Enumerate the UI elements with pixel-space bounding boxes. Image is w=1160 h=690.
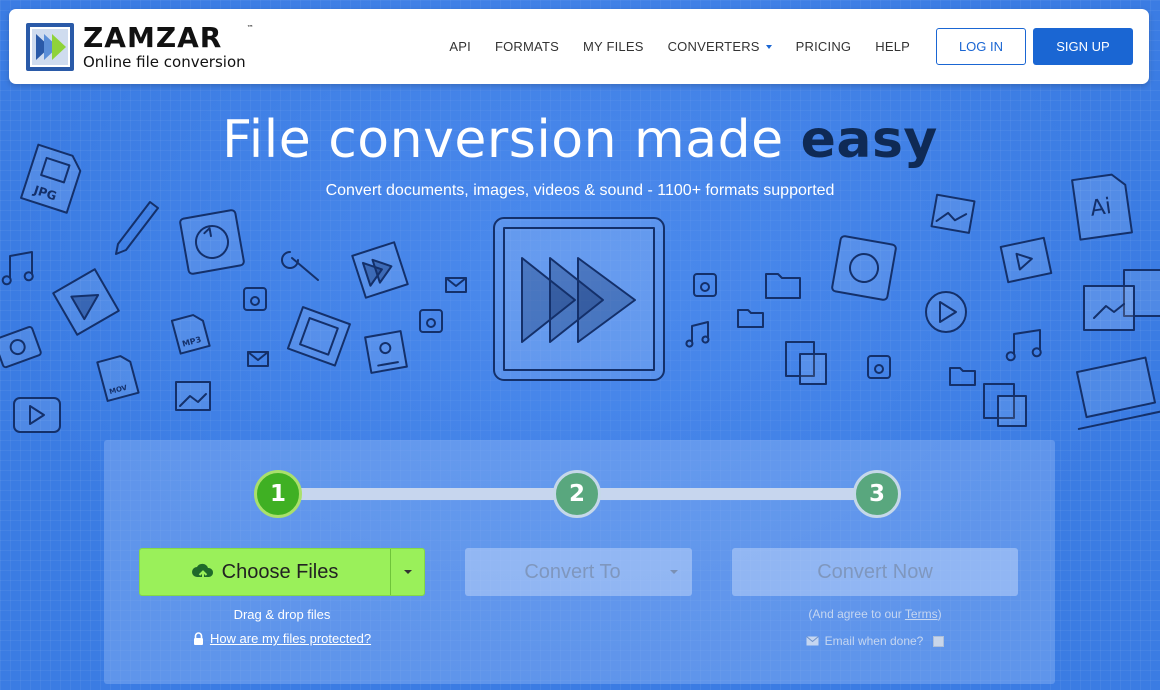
- chevron-down-icon: [765, 44, 772, 49]
- audio-file-icon: [867, 355, 891, 379]
- laptop-icon: [1075, 356, 1160, 430]
- email-when-done-row: Email when done?: [732, 634, 1018, 648]
- choose-files-source-dropdown[interactable]: [390, 549, 424, 595]
- folder-icon: [765, 273, 801, 299]
- film-strip-icon: [286, 306, 351, 367]
- hero-title: File conversion made easy: [222, 110, 938, 170]
- logo-tagline: Online file conversion: [83, 53, 246, 71]
- choose-files-button[interactable]: Choose Files: [139, 548, 425, 596]
- video-play-icon: [13, 397, 61, 433]
- audio-file-icon: [243, 287, 267, 311]
- audio-file-icon: [419, 309, 443, 333]
- music-note-icon: [685, 321, 710, 348]
- contact-card-icon: [364, 330, 408, 374]
- reload-box-icon: [831, 235, 897, 301]
- lock-icon: [193, 632, 203, 645]
- fast-forward-icon: [493, 217, 665, 381]
- camera-icon: [0, 325, 42, 369]
- nav-converters[interactable]: CONVERTERS: [668, 39, 772, 54]
- folder-icon: [949, 367, 976, 386]
- envelope-icon: [445, 277, 467, 293]
- convert-now-button[interactable]: Convert Now: [732, 548, 1018, 596]
- envelope-icon: [805, 636, 819, 646]
- clipboard-icon: [785, 341, 827, 385]
- nav-api[interactable]: API: [449, 39, 471, 54]
- chevron-down-icon: [403, 570, 412, 574]
- envelope-icon: [247, 351, 269, 367]
- converter-panel: 1 2 3 Choose Files Drag & drop files How…: [104, 440, 1055, 684]
- step-2-indicator: 2: [553, 470, 601, 518]
- logo-name: ZAMZAR ™: [83, 21, 255, 54]
- chevron-down-icon: [670, 570, 678, 574]
- choose-files-label: Choose Files: [221, 560, 339, 583]
- site-header: ZAMZAR ™ Online file conversion API FORMA…: [9, 9, 1149, 84]
- email-when-done-checkbox[interactable]: [933, 635, 945, 647]
- film-strip-icon: [999, 236, 1053, 284]
- audio-file-icon: [693, 273, 717, 297]
- file-protection-link[interactable]: How are my files protected?: [210, 631, 371, 646]
- logo-arrows-icon: [26, 23, 74, 71]
- reload-box-icon: [179, 209, 245, 275]
- folder-icon: [737, 309, 764, 328]
- convert-to-label: Convert To: [524, 560, 621, 583]
- music-note-icon: [1005, 329, 1042, 362]
- nav-help[interactable]: HELP: [875, 39, 910, 54]
- pencil-icon: [115, 201, 159, 255]
- main-nav: API FORMATS MY FILES CONVERTERS PRICING …: [449, 9, 1149, 84]
- play-circle-icon: [925, 291, 967, 333]
- clipboard-icon: [983, 383, 1027, 427]
- step-3-indicator: 3: [853, 470, 901, 518]
- play-box-icon: [52, 268, 120, 336]
- mp3-file-icon: MP3: [170, 314, 211, 355]
- terms-agreement: (And agree to our Terms): [808, 607, 942, 621]
- drag-drop-hint: Drag & drop files: [233, 607, 331, 622]
- file-protection-row: How are my files protected?: [139, 631, 425, 646]
- choose-files-main[interactable]: Choose Files: [140, 549, 390, 595]
- photo-frame-icon: [1083, 269, 1160, 331]
- zamzar-logo[interactable]: ZAMZAR ™ Online file conversion: [25, 21, 255, 72]
- wrench-icon: [281, 251, 319, 281]
- signup-button[interactable]: SIGN UP: [1033, 28, 1133, 65]
- terms-link[interactable]: Terms: [905, 607, 938, 621]
- nav-formats[interactable]: FORMATS: [495, 39, 559, 54]
- cloud-upload-icon: [191, 563, 213, 581]
- step-1-indicator: 1: [254, 470, 302, 518]
- fast-forward-box-icon: [351, 241, 409, 299]
- convert-to-select[interactable]: Convert To: [465, 548, 692, 596]
- email-when-done-label: Email when done?: [824, 634, 924, 648]
- image-icon: [175, 381, 211, 411]
- mov-file-icon: MOV: [96, 355, 140, 402]
- image-stack-icon: [930, 193, 976, 234]
- login-button[interactable]: LOG IN: [936, 28, 1026, 65]
- music-note-icon: [1, 251, 34, 286]
- nav-pricing[interactable]: PRICING: [796, 39, 852, 54]
- hero-subtitle: Convert documents, images, videos & soun…: [325, 182, 835, 199]
- nav-my-files[interactable]: MY FILES: [583, 39, 644, 54]
